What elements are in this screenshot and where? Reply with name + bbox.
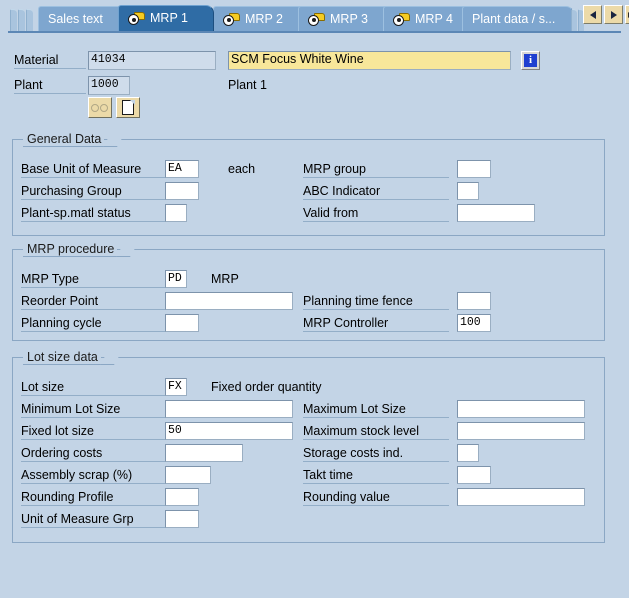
sap-material-master-mrp1-screen: Sales text MRP 1 MRP 2 MRP 3 MRP 4 Plant data… xyxy=(0,0,629,598)
field-input[interactable] xyxy=(457,422,585,440)
material-info-button[interactable]: i xyxy=(521,51,540,70)
tab-label: MRP 4 xyxy=(415,11,453,26)
field-suffix-text: each xyxy=(228,162,256,176)
tab-list-button[interactable] xyxy=(625,5,629,24)
field-label: Maximum Lot Size xyxy=(303,402,449,418)
field-label: Rounding Profile xyxy=(21,490,167,506)
tab-edge-decoration-right xyxy=(571,9,577,31)
tab-edge-decoration xyxy=(26,9,33,31)
field-label: MRP Type xyxy=(21,272,167,288)
page-icon xyxy=(122,99,135,115)
field-input[interactable] xyxy=(165,488,199,506)
tab-label: MRP 2 xyxy=(245,11,283,26)
field-input[interactable] xyxy=(457,204,535,222)
info-icon: i xyxy=(524,54,537,67)
field-label: Storage costs ind. xyxy=(303,446,449,462)
general-data-title: General Data xyxy=(23,131,105,147)
mrp-procedure-title: MRP procedure xyxy=(23,241,118,257)
field-suffix-text: Fixed order quantity xyxy=(211,380,322,394)
field-label: Maximum stock level xyxy=(303,424,449,440)
field-input[interactable] xyxy=(457,292,491,310)
mrp-procedure-group: MRP procedure MRP Type PD MRP Reorder Point… xyxy=(12,241,605,341)
tab-label: Sales text xyxy=(48,11,103,26)
mrp-tab-icon xyxy=(128,12,145,25)
field-input[interactable] xyxy=(165,444,243,462)
field-label: Valid from xyxy=(303,206,449,222)
field-input[interactable]: 100 xyxy=(457,314,491,332)
material-label: Material xyxy=(14,53,86,69)
plant-description-text: Plant 1 xyxy=(228,78,267,92)
tab-strip: Sales text MRP 1 MRP 2 MRP 3 MRP 4 Plant data… xyxy=(0,0,629,33)
field-label: Unit of Measure Grp xyxy=(21,512,167,528)
tab-scroll-left-button[interactable] xyxy=(583,5,602,24)
field-input[interactable]: PD xyxy=(165,270,187,288)
tab-label: MRP 1 xyxy=(150,11,188,26)
field-input[interactable] xyxy=(457,400,585,418)
tab-scroll-right-button[interactable] xyxy=(604,5,623,24)
field-label: Base Unit of Measure xyxy=(21,162,167,178)
tab-mrp-1[interactable]: MRP 1 xyxy=(118,5,214,31)
glasses-icon xyxy=(91,103,109,113)
field-label: Planning time fence xyxy=(303,294,449,310)
field-label: Reorder Point xyxy=(21,294,167,310)
new-page-button[interactable] xyxy=(116,97,140,118)
field-input[interactable]: FX xyxy=(165,378,187,396)
field-label: Fixed lot size xyxy=(21,424,167,440)
field-input[interactable] xyxy=(165,204,187,222)
field-input[interactable] xyxy=(165,510,199,528)
tab-mrp-2[interactable]: MRP 2 xyxy=(213,6,309,31)
lot-size-data-group: Lot size data Lot size FX Fixed order quan… xyxy=(12,349,605,543)
material-description-input[interactable]: SCM Focus White Wine xyxy=(228,51,511,70)
mrp-tab-icon xyxy=(393,12,410,26)
plant-label: Plant xyxy=(14,78,86,94)
field-label: Purchasing Group xyxy=(21,184,167,200)
field-label: ABC Indicator xyxy=(303,184,449,200)
mrp-tab-icon xyxy=(223,12,240,26)
field-input[interactable]: 50 xyxy=(165,422,293,440)
material-header: Material 41034 SCM Focus White Wine i Pl… xyxy=(0,33,629,123)
field-input[interactable]: EA xyxy=(165,160,199,178)
tab-plant-data-s[interactable]: Plant data / s... xyxy=(462,6,574,31)
field-input[interactable] xyxy=(165,182,199,200)
display-glasses-button[interactable] xyxy=(88,97,112,118)
field-input[interactable] xyxy=(457,444,479,462)
field-suffix-text: MRP xyxy=(211,272,239,286)
tab-edge-decoration xyxy=(18,9,25,31)
field-input[interactable] xyxy=(457,182,479,200)
field-input[interactable] xyxy=(165,466,211,484)
field-input[interactable] xyxy=(457,160,491,178)
tab-sales-text[interactable]: Sales text xyxy=(38,6,128,31)
field-label: Minimum Lot Size xyxy=(21,402,167,418)
field-input[interactable] xyxy=(165,292,293,310)
field-label: Planning cycle xyxy=(21,316,167,332)
lot-size-data-title: Lot size data xyxy=(23,349,101,365)
tab-label: MRP 3 xyxy=(330,11,368,26)
general-data-group: General Data Base Unit of Measure EA each P… xyxy=(12,131,605,236)
tab-label: Plant data / s... xyxy=(472,11,556,26)
field-label: Plant-sp.matl status xyxy=(21,206,167,222)
field-label: Takt time xyxy=(303,468,449,484)
field-input[interactable] xyxy=(457,488,585,506)
chevron-left-icon xyxy=(589,10,596,19)
tab-mrp-3[interactable]: MRP 3 xyxy=(298,6,394,31)
field-label: Assembly scrap (%) xyxy=(21,468,167,484)
field-label: Ordering costs xyxy=(21,446,167,462)
material-input[interactable]: 41034 xyxy=(88,51,216,70)
field-input[interactable] xyxy=(165,314,199,332)
chevron-right-icon xyxy=(610,10,617,19)
field-label: Rounding value xyxy=(303,490,449,506)
tab-edge-decoration xyxy=(10,9,17,31)
field-label: Lot size xyxy=(21,380,167,396)
mrp-tab-icon xyxy=(308,12,325,26)
field-label: MRP Controller xyxy=(303,316,449,332)
field-label: MRP group xyxy=(303,162,449,178)
field-input[interactable] xyxy=(165,400,293,418)
plant-input[interactable]: 1000 xyxy=(88,76,130,95)
field-input[interactable] xyxy=(457,466,491,484)
